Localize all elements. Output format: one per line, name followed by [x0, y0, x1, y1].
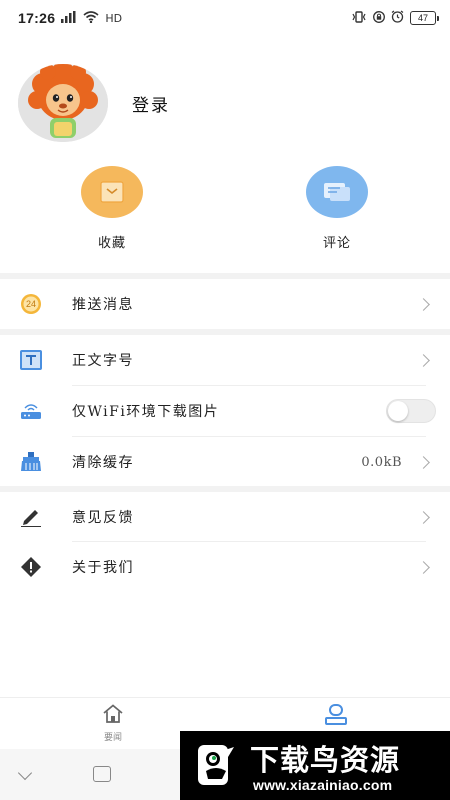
menu-item-feedback[interactable]: 意见反馈: [0, 492, 450, 542]
watermark-banner: 下载鸟资源 www.xiazainiao.com: [180, 731, 450, 800]
favorites-icon: [81, 166, 143, 218]
watermark-url: www.xiazainiao.com: [253, 777, 393, 793]
wifi-icon: [83, 10, 99, 26]
push-badge-count: 24: [25, 299, 36, 309]
signal-icon: [61, 10, 77, 26]
broom-icon: [20, 451, 42, 473]
menu-label-feedback: 意见反馈: [72, 510, 134, 526]
menu-label-font-size: 正文字号: [72, 353, 134, 369]
profile-header[interactable]: 登录: [18, 64, 170, 142]
menu-item-push[interactable]: 24 推送消息: [0, 279, 450, 329]
menu-item-clear-cache[interactable]: 清除缓存 0.0kB: [0, 437, 450, 487]
menu-item-font-size[interactable]: 正文字号: [0, 335, 450, 385]
watermark-title: 下载鸟资源: [250, 743, 401, 777]
home-square-icon[interactable]: [93, 766, 111, 782]
chevron-right-icon: [417, 510, 430, 524]
vibrate-icon: [351, 10, 367, 26]
chevron-right-icon: [417, 455, 430, 469]
favorites-button[interactable]: 收藏: [67, 166, 157, 251]
lock-icon: [373, 10, 385, 26]
comment-icon: [306, 166, 368, 218]
favorites-label: 收藏: [97, 236, 126, 251]
tab-mine[interactable]: [306, 704, 366, 730]
cache-size: 0.0kB: [361, 454, 402, 470]
pencil-icon: [20, 506, 42, 528]
login-link[interactable]: 登录: [132, 91, 170, 116]
tab-home[interactable]: 要闻: [83, 704, 143, 743]
chevron-right-icon: [417, 560, 430, 574]
chevron-right-icon: [417, 353, 430, 367]
status-bar: 17:26 HD 47: [0, 0, 450, 36]
router-icon: [20, 400, 42, 422]
chevron-right-icon: [417, 297, 430, 311]
font-size-icon: [20, 349, 42, 371]
menu-item-about[interactable]: 关于我们: [0, 542, 450, 592]
menu-label-wifi-only: 仅WiFi环境下载图片: [72, 404, 220, 420]
bird-logo-icon: [198, 745, 234, 785]
battery-icon: 47: [410, 11, 439, 25]
hd-label: HD: [105, 11, 123, 25]
wifi-only-toggle[interactable]: [386, 399, 436, 423]
alarm-icon: [391, 10, 404, 26]
quick-actions: 收藏 评论: [0, 166, 450, 256]
comments-button[interactable]: 评论: [292, 166, 382, 251]
lion-avatar-icon[interactable]: [18, 64, 108, 142]
comments-label: 评论: [322, 236, 351, 251]
status-time: 17:26: [18, 10, 56, 26]
person-icon: [324, 704, 348, 730]
battery-level: 47: [417, 13, 428, 23]
toggle-knob: [388, 401, 408, 421]
tab-home-label: 要闻: [103, 733, 122, 743]
menu-label-push: 推送消息: [72, 297, 134, 313]
diamond-warning-icon: [20, 556, 42, 578]
menu-label-clear-cache: 清除缓存: [72, 455, 134, 471]
menu-item-wifi-only: 仅WiFi环境下载图片: [0, 386, 450, 436]
home-icon: [102, 704, 124, 728]
menu-label-about: 关于我们: [72, 560, 134, 576]
back-chevron-icon[interactable]: [17, 765, 33, 781]
